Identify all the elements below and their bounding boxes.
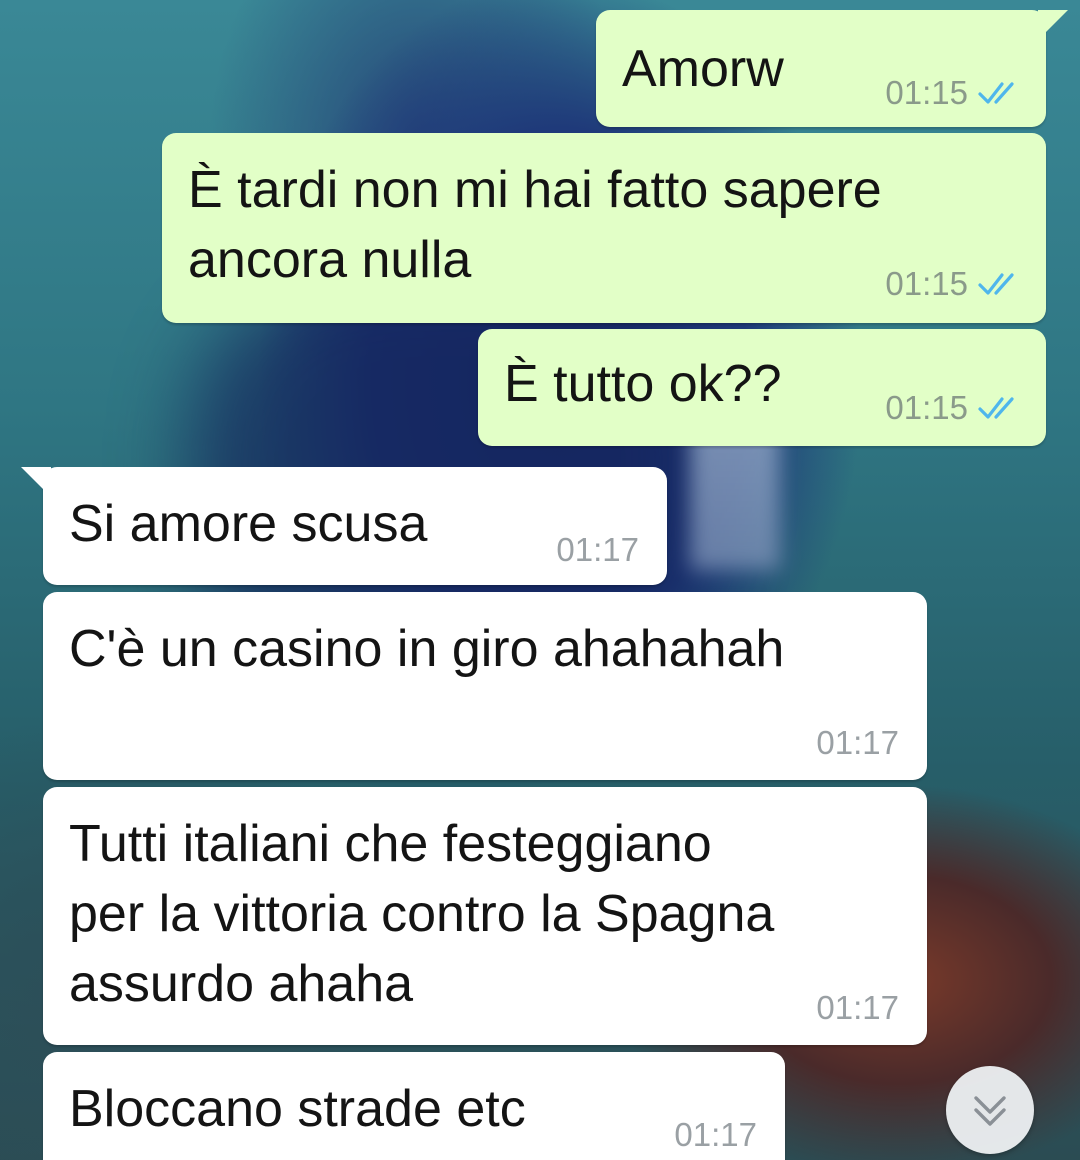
message-list[interactable]: Amorw 01:15 È tardi non mi hai fatto sap… — [0, 0, 1080, 1160]
message-text: Bloccano strade etc — [69, 1080, 526, 1138]
message-text: È tutto ok?? — [504, 355, 782, 413]
incoming-message[interactable]: Si amore scusa 01:17 — [21, 467, 667, 585]
message-meta: 01:17 — [816, 989, 899, 1027]
scroll-to-bottom-button[interactable] — [946, 1066, 1034, 1154]
message-meta: 01:15 — [885, 265, 1022, 303]
double-check-icon — [978, 397, 1014, 419]
message-time: 01:15 — [885, 74, 968, 111]
incoming-message[interactable]: Tutti italiani che festeggiano per la vi… — [43, 787, 927, 1045]
message-time: 01:17 — [816, 724, 899, 761]
double-check-icon — [978, 273, 1014, 295]
message-meta: 01:17 — [674, 1116, 757, 1154]
message-text: C'è un casino in giro ahahahah — [69, 620, 785, 678]
message-time: 01:17 — [674, 1116, 757, 1153]
message-text: Tutti italiani che festeggiano per la vi… — [69, 815, 775, 1013]
message-text: Si amore scusa — [69, 495, 428, 553]
message-text: Amorw — [622, 40, 784, 98]
outgoing-message[interactable]: È tardi non mi hai fatto sapere ancora n… — [162, 133, 1046, 323]
double-chevron-down-icon — [974, 1096, 1006, 1126]
message-time: 01:17 — [556, 531, 639, 568]
message-meta: 01:15 — [885, 389, 1022, 427]
message-meta: 01:15 — [885, 74, 1022, 112]
outgoing-message[interactable]: È tutto ok?? 01:15 — [478, 329, 1046, 446]
message-time: 01:17 — [816, 989, 899, 1026]
outgoing-message[interactable]: Amorw 01:15 — [596, 10, 1068, 127]
message-meta: 01:17 — [816, 724, 899, 762]
incoming-message[interactable]: C'è un casino in giro ahahahah 01:17 — [43, 592, 927, 780]
message-text: È tardi non mi hai fatto sapere ancora n… — [188, 161, 882, 289]
message-time: 01:15 — [885, 265, 968, 302]
double-check-icon — [978, 82, 1014, 104]
message-meta: 01:17 — [556, 531, 639, 569]
message-time: 01:15 — [885, 389, 968, 426]
incoming-message[interactable]: Bloccano strade etc 01:17 — [43, 1052, 785, 1160]
